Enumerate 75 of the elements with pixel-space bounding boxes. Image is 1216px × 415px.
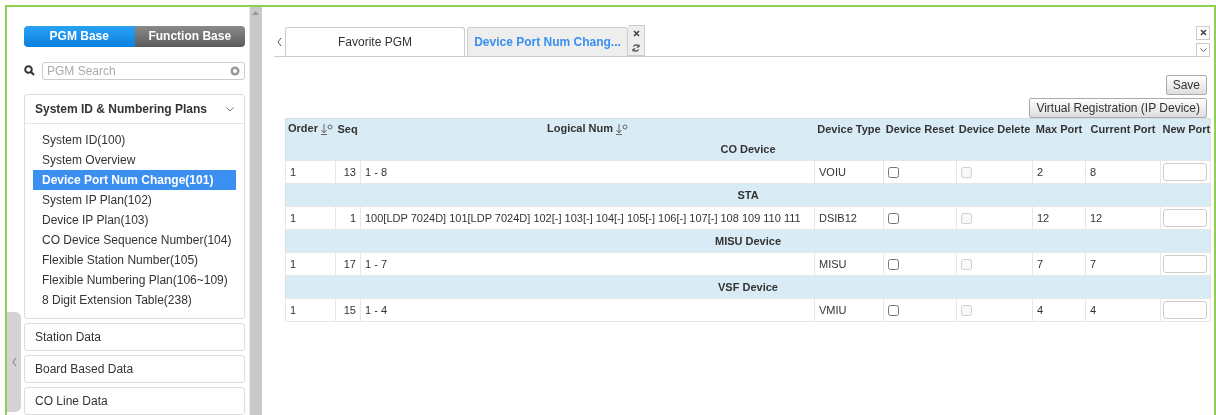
mode-tab[interactable]: Function Base: [134, 26, 245, 47]
sort-icon[interactable]: [616, 123, 628, 135]
table-cell: 100[LDP 7024D] 101[LDP 7024D] 102[-] 103[-] 104[-] 105[-] 106[-] 107[-] 108 109 110 111: [360, 206, 815, 230]
table-cell: VMIU: [814, 298, 884, 322]
table-cell: 2: [1032, 160, 1086, 184]
table-cell: 1: [335, 206, 361, 230]
menu-item[interactable]: Device IP Plan(103): [33, 210, 236, 230]
new-port-field[interactable]: [1163, 255, 1207, 273]
column-header: Current Port: [1085, 118, 1161, 138]
column-header: Device Type: [814, 118, 884, 138]
tab[interactable]: Favorite PGM: [285, 27, 465, 56]
table-cell: 13: [335, 160, 361, 184]
collapse-handle[interactable]: [7, 312, 21, 412]
table-cell: 7: [1032, 252, 1086, 276]
menu-item[interactable]: CO Device Sequence Number(104): [33, 230, 236, 250]
new-port-field[interactable]: [1163, 301, 1207, 319]
search-field[interactable]: PGM Search: [42, 61, 245, 80]
virtual-registration-button[interactable]: Virtual Registration (IP Device): [1029, 98, 1207, 118]
column-header[interactable]: Order: [285, 118, 336, 138]
table-cell: 1 - 7: [360, 252, 815, 276]
section-header[interactable]: Board Based Data: [35, 362, 134, 376]
table-cell: 1: [285, 298, 336, 322]
table-cell: MISU: [814, 252, 884, 276]
table-cell: 8: [1085, 160, 1161, 184]
table-cell: 12: [1032, 206, 1086, 230]
section-header[interactable]: System ID & Numbering Plans: [35, 102, 208, 116]
table-cell: 1 - 4: [360, 298, 815, 322]
table-cell: 4: [1032, 298, 1086, 322]
refresh-icon[interactable]: [632, 43, 640, 52]
table-cell: 12: [1085, 206, 1161, 230]
column-header: Max Port: [1032, 118, 1086, 138]
close-icon[interactable]: [632, 29, 640, 37]
table-cell: DSIB12: [814, 206, 884, 230]
chevron-down-icon[interactable]: [1199, 47, 1207, 52]
new-port-field[interactable]: [1163, 163, 1207, 181]
table-cell: 1: [285, 160, 336, 184]
reset-checkbox[interactable]: [888, 213, 899, 225]
close-icon[interactable]: [1199, 29, 1207, 36]
section-header[interactable]: Station Data: [35, 330, 102, 344]
section-header[interactable]: CO Line Data: [35, 394, 108, 408]
table-cell: VOIU: [814, 160, 884, 184]
new-port-field[interactable]: [1163, 209, 1207, 227]
table-cell: 1 - 8: [360, 160, 815, 184]
chevron-left-icon: [11, 358, 17, 366]
column-header: New Port: [1160, 118, 1211, 138]
reset-checkbox[interactable]: [888, 167, 899, 179]
chevron-down-icon[interactable]: [226, 106, 234, 112]
menu-item[interactable]: Flexible Station Number(105): [33, 250, 236, 270]
column-header: Device Reset: [883, 118, 957, 138]
group-header: VSF Device: [285, 275, 1211, 299]
column-header: Seq: [335, 118, 361, 138]
group-header: STA: [285, 183, 1211, 207]
table-cell: 1: [285, 252, 336, 276]
menu-item[interactable]: 8 Digit Extension Table(238): [33, 290, 236, 310]
menu-item[interactable]: System IP Plan(102): [33, 190, 236, 210]
table-cell: 17: [335, 252, 361, 276]
table-cell: 4: [1085, 298, 1161, 322]
clear-icon[interactable]: [230, 65, 240, 76]
reset-checkbox[interactable]: [888, 259, 899, 271]
scroll-up-icon[interactable]: [252, 11, 259, 15]
menu-item[interactable]: Flexible Numbering Plan(106~109): [33, 270, 236, 290]
column-header[interactable]: Logical Num: [360, 118, 815, 138]
close-button[interactable]: [1196, 25, 1210, 40]
search-icon: [24, 65, 35, 77]
group-header: MISU Device: [285, 229, 1211, 253]
table-cell: 15: [335, 298, 361, 322]
column-header: Device Delete: [956, 118, 1033, 138]
group-header: CO Device: [285, 138, 1211, 161]
save-button[interactable]: Save: [1165, 75, 1207, 95]
sort-icon[interactable]: [320, 123, 333, 135]
reset-checkbox[interactable]: [888, 305, 899, 317]
menu-item[interactable]: System Overview: [33, 150, 236, 170]
menu-item[interactable]: System ID(100): [33, 130, 236, 150]
table-cell: 7: [1085, 252, 1161, 276]
table-cell: 1: [285, 206, 336, 230]
